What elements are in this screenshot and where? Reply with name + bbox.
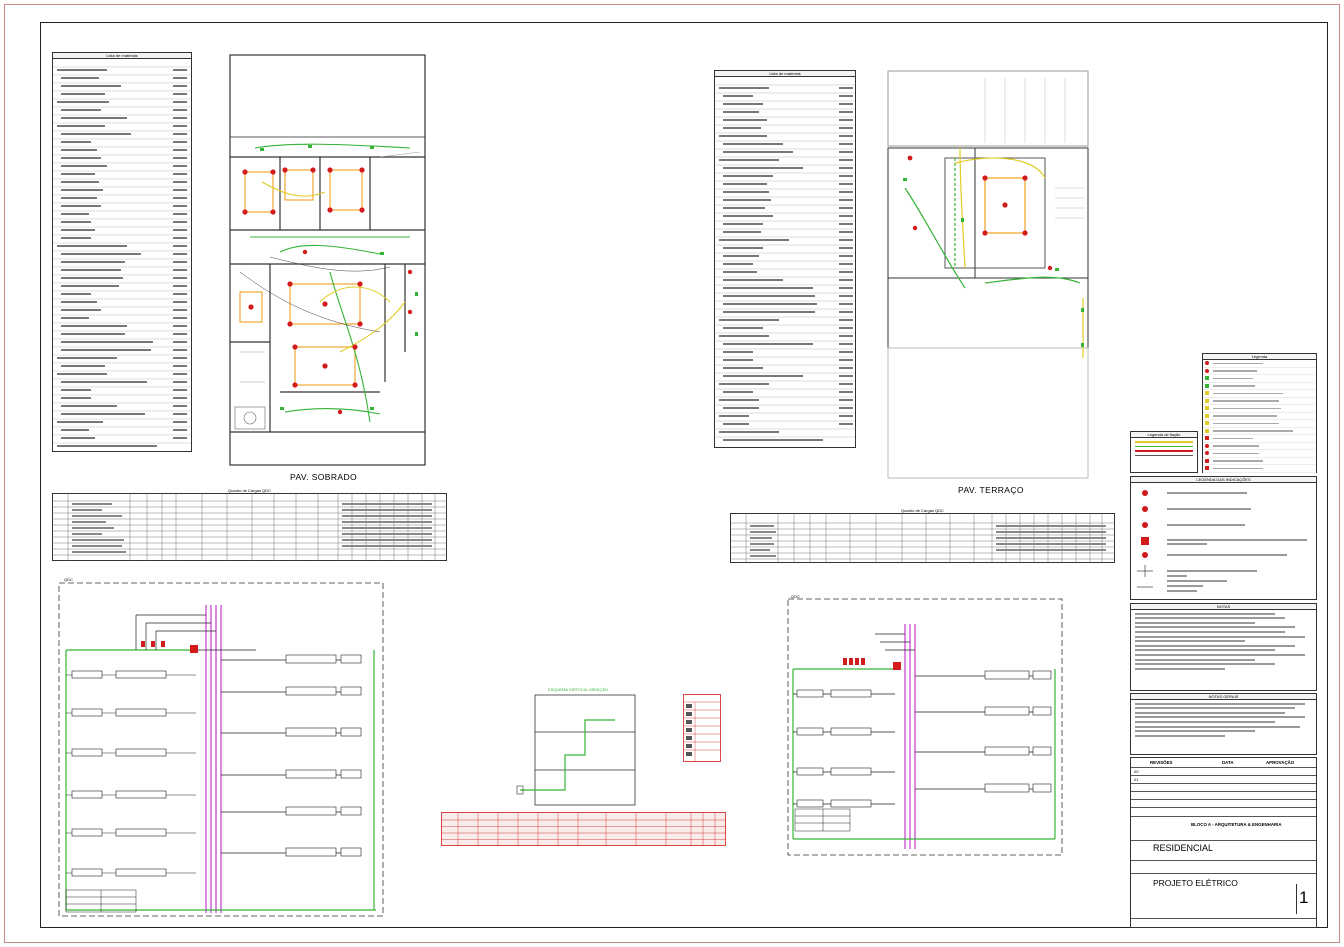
materials-table-right-lines [715, 84, 855, 441]
project-type: RESIDENCIAL [1153, 843, 1214, 853]
legend-row [1203, 450, 1316, 458]
company-name: BLOCO A - ARQUITETURA & ENGENHARIA [1191, 822, 1282, 827]
floor-plan-terraco [887, 70, 1089, 479]
legend-row [1203, 405, 1316, 413]
unifilar-left-tag: QDC [64, 577, 73, 582]
symbol-legend: Legenda [1202, 353, 1317, 473]
unifilar-right-tag: QDC [791, 594, 800, 599]
legend-row [1203, 375, 1316, 383]
drawing-sheet: Lista de materiais PAV. SOBRADO Quadro d… [0, 0, 1344, 947]
plan-label-terraco: PAV. TERRAÇO [958, 485, 1024, 495]
notes-title: NOTAS [1131, 604, 1316, 610]
legend-row [1203, 465, 1316, 473]
materials-table-right: Lista de materiais [714, 70, 856, 448]
revisions-header: REVISÕES [1150, 760, 1173, 765]
legend-row [1203, 413, 1316, 420]
legend-row [1203, 368, 1316, 375]
legend-row [1203, 443, 1316, 450]
unifilar-diagram-right: QDC [787, 594, 1063, 856]
conventions-symbols [1137, 490, 1307, 592]
date-header: DATA [1222, 760, 1234, 765]
wiring-line-phase [1135, 441, 1193, 443]
riser-diagram [516, 694, 636, 806]
notes-box: NOTAS [1130, 603, 1317, 691]
approval-header: APROVAÇÃO [1266, 760, 1295, 765]
floor-plan-sobrado [229, 54, 426, 466]
wiring-line-neutral [1135, 445, 1193, 447]
legend-row [1203, 360, 1316, 368]
load-table-left: Quadro de Cargas QDC [52, 488, 447, 562]
load-table-right: Quadro de Cargas QDC [730, 508, 1115, 564]
drawing-title: PROJETO ELÉTRICO [1153, 878, 1238, 888]
sheet-number: 1 [1299, 888, 1309, 907]
legend-row [1203, 458, 1316, 465]
wiring-line-return [1135, 450, 1193, 452]
wiring-line-ground [1135, 454, 1193, 456]
conventions-legend: LEGENDA DAS INDICAÇÕES [1130, 476, 1317, 600]
cable-table-center [441, 812, 726, 846]
legend-row [1203, 383, 1316, 390]
legend-row [1203, 435, 1316, 443]
legend-row [1203, 398, 1316, 405]
legend-row [1203, 420, 1316, 428]
load-table-left-grid [52, 493, 447, 561]
general-notes-title: NOTAS GERAIS [1131, 694, 1316, 700]
title-block: REVISÕES DATA APROVAÇÃO 00 01 BLOCO A - … [1130, 757, 1317, 928]
materials-table-lines [53, 66, 191, 447]
plan-label-sobrado: PAV. SOBRADO [290, 472, 357, 482]
materials-table-left: Lista de materiais [52, 52, 192, 452]
general-notes-box: NOTAS GERAIS [1130, 693, 1317, 755]
riser-legend [683, 694, 721, 762]
wiring-legend: Legenda de fiação [1130, 431, 1198, 473]
legend-row [1203, 428, 1316, 435]
unifilar-diagram-left: QDC [58, 577, 384, 917]
legend-row [1203, 390, 1316, 398]
load-table-right-grid [730, 513, 1115, 563]
